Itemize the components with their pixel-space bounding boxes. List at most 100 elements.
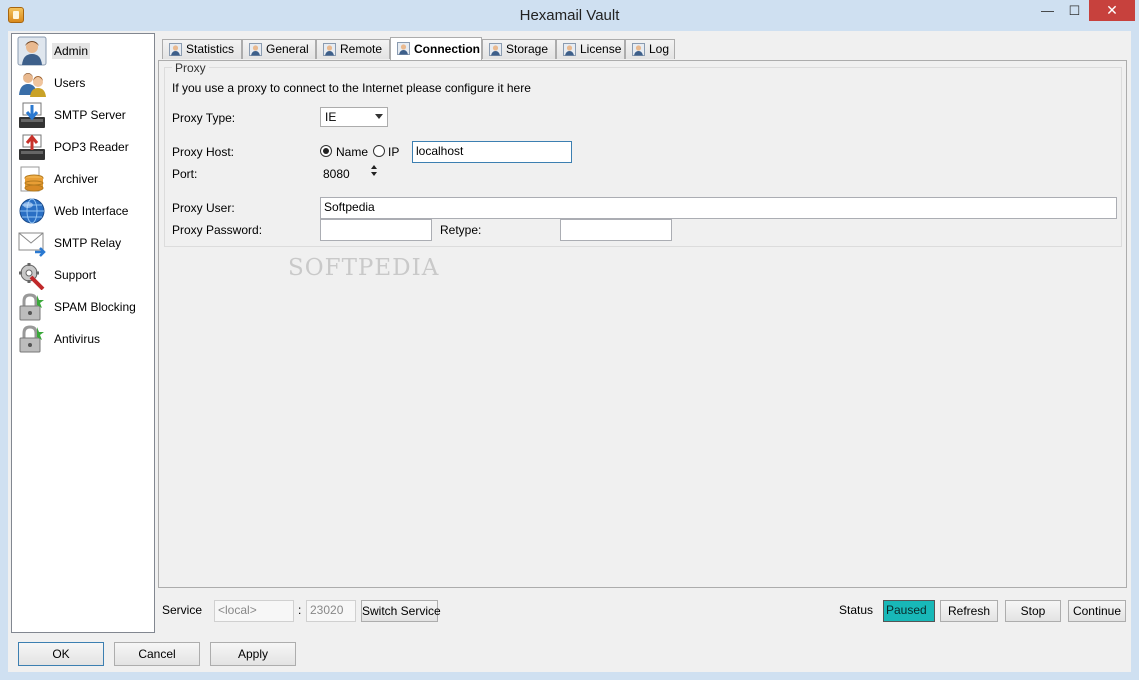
tab-storage[interactable]: Storage xyxy=(482,39,556,59)
status-label: Status xyxy=(839,603,874,617)
tab-label: Log xyxy=(649,42,670,56)
sidebar-item-label: Archiver xyxy=(54,172,99,186)
proxy-host-input[interactable]: localhost xyxy=(412,141,572,163)
tab-label: Connection xyxy=(414,42,480,56)
port-label: Port: xyxy=(172,167,198,181)
service-host-input: <local> xyxy=(214,600,294,622)
tab-label: Statistics xyxy=(186,42,235,56)
tab-general[interactable]: General xyxy=(242,39,316,59)
proxy-user-input[interactable]: Softpedia xyxy=(320,197,1117,219)
sidebar-item-smtp-server[interactable]: SMTP Server xyxy=(15,99,151,131)
cancel-button[interactable]: Cancel xyxy=(114,642,200,666)
host-mode-ip-label[interactable]: IP xyxy=(388,145,399,159)
sidebar-item-label: Admin xyxy=(52,43,91,59)
user-tab-icon xyxy=(249,43,262,56)
admin-user-icon xyxy=(17,36,47,66)
host-mode-ip-radio[interactable] xyxy=(373,145,385,157)
tab-log[interactable]: Log xyxy=(625,39,675,59)
user-tab-icon xyxy=(397,42,410,55)
main-panel: Statistics General Remote Connection Sto… xyxy=(158,35,1128,588)
proxy-group-title: Proxy xyxy=(172,61,209,75)
smtp-server-icon xyxy=(19,102,45,128)
maximize-button[interactable]: ☐ xyxy=(1061,0,1088,21)
tab-label: Storage xyxy=(506,42,549,56)
apply-button[interactable]: Apply xyxy=(210,642,296,666)
proxy-password-label: Proxy Password: xyxy=(172,223,263,237)
sidebar-item-label: POP3 Reader xyxy=(54,140,129,154)
tab-strip: Statistics General Remote Connection Sto… xyxy=(162,37,1128,60)
sidebar-item-label: SMTP Server xyxy=(54,108,126,122)
user-tab-icon xyxy=(632,43,645,56)
proxy-groupbox: Proxy If you use a proxy to connect to t… xyxy=(164,61,1122,247)
retype-label: Retype: xyxy=(440,223,482,237)
sidebar-item-admin[interactable]: Admin xyxy=(15,35,151,67)
proxy-type-value: IE xyxy=(325,110,337,124)
sidebar-item-archiver[interactable]: Archiver xyxy=(15,163,151,195)
stop-button[interactable]: Stop xyxy=(1005,600,1061,622)
continue-button[interactable]: Continue xyxy=(1068,600,1126,622)
sidebar-item-smtp-relay[interactable]: SMTP Relay xyxy=(15,227,151,259)
tab-label: License xyxy=(580,42,622,56)
sidebar-item-label: SPAM Blocking xyxy=(54,300,136,314)
sidebar-item-support[interactable]: Support xyxy=(15,259,151,291)
proxy-host-label: Proxy Host: xyxy=(172,145,235,159)
status-value-badge: Paused xyxy=(883,600,935,622)
port-spin-up-icon[interactable] xyxy=(371,165,377,169)
sidebar-item-pop3-reader[interactable]: POP3 Reader xyxy=(15,131,151,163)
window-title: Hexamail Vault xyxy=(519,7,620,24)
pop3-reader-icon xyxy=(19,134,45,160)
sidebar-item-label: Antivirus xyxy=(54,332,101,346)
proxy-user-label: Proxy User: xyxy=(172,201,235,215)
switch-service-button[interactable]: Switch Service xyxy=(361,600,441,622)
retype-password-input[interactable] xyxy=(560,219,672,241)
tab-statistics[interactable]: Statistics xyxy=(162,39,242,59)
proxy-intro-text: If you use a proxy to connect to the Int… xyxy=(172,81,531,95)
archiver-icon xyxy=(20,166,44,192)
sidebar-item-spam-blocking[interactable]: SPAM Blocking xyxy=(15,291,151,323)
tab-label: Remote xyxy=(340,42,383,56)
user-tab-icon xyxy=(489,43,502,56)
tab-connection[interactable]: Connection xyxy=(390,37,482,60)
close-button[interactable]: ✕ xyxy=(1089,0,1135,21)
service-label: Service xyxy=(162,603,203,617)
sidebar-item-users[interactable]: Users xyxy=(15,67,151,99)
support-tools-icon xyxy=(19,263,45,290)
service-separator: : xyxy=(298,603,302,617)
refresh-button[interactable]: Refresh xyxy=(940,600,998,622)
proxy-password-input[interactable] xyxy=(320,219,432,241)
title-bar[interactable]: Hexamail Vault — ☐ ✕ xyxy=(0,0,1139,31)
sidebar-item-label: SMTP Relay xyxy=(54,236,122,250)
sidebar-item-antivirus[interactable]: Antivirus xyxy=(15,323,151,355)
sidebar-item-web-interface[interactable]: Web Interface xyxy=(15,195,151,227)
proxy-type-label: Proxy Type: xyxy=(172,111,236,125)
client-area: Admin Users SMTP Server POP3 Reader Arch… xyxy=(8,31,1131,672)
tab-license[interactable]: License xyxy=(556,39,625,59)
host-mode-name-radio[interactable] xyxy=(320,145,332,157)
lock-icon xyxy=(19,325,44,353)
sidebar-item-label: Web Interface xyxy=(54,204,129,218)
user-tab-icon xyxy=(323,43,336,56)
user-tab-icon xyxy=(563,43,576,56)
globe-icon xyxy=(19,198,45,224)
lock-icon xyxy=(19,293,44,321)
users-icon xyxy=(19,73,46,97)
watermark: SOFTPEDIA xyxy=(288,255,440,281)
user-tab-icon xyxy=(169,43,182,56)
tab-remote[interactable]: Remote xyxy=(316,39,390,59)
sidebar-item-label: Users xyxy=(54,76,86,90)
envelope-relay-icon xyxy=(18,232,46,257)
service-bar: Service <local> : 23020 Switch Service S… xyxy=(158,596,1128,626)
port-value[interactable]: 8080 xyxy=(323,167,350,181)
tab-label: General xyxy=(266,42,309,56)
app-window: Hexamail Vault — ☐ ✕ Admin Users SMTP Se… xyxy=(0,0,1139,680)
sidebar: Admin Users SMTP Server POP3 Reader Arch… xyxy=(11,33,155,633)
ok-button[interactable]: OK xyxy=(18,642,104,666)
host-mode-name-label[interactable]: Name xyxy=(336,145,368,159)
sidebar-item-label: Support xyxy=(54,268,97,282)
connection-tab-panel: Proxy If you use a proxy to connect to t… xyxy=(158,60,1127,588)
port-spin-down-icon[interactable] xyxy=(371,172,377,176)
chevron-down-icon xyxy=(375,114,383,119)
service-port-input: 23020 xyxy=(306,600,356,622)
minimize-button[interactable]: — xyxy=(1034,0,1061,21)
proxy-type-select[interactable]: IE xyxy=(320,107,388,127)
